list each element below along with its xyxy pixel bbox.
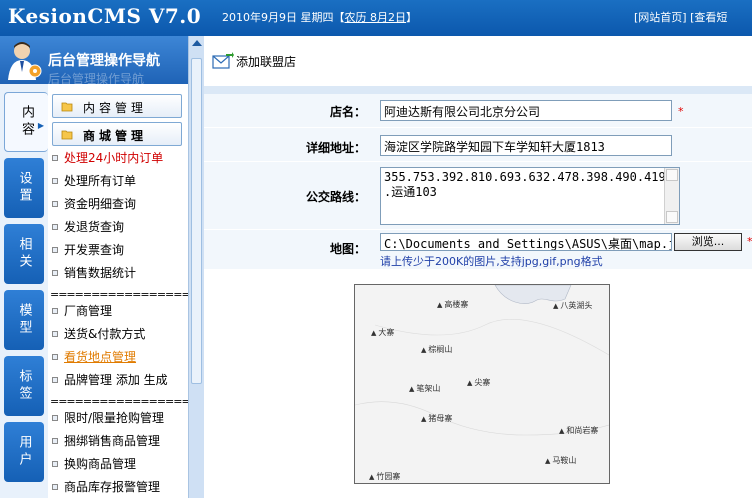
bullet-icon: [52, 461, 58, 467]
menu-separator: ====================: [50, 395, 188, 408]
folder-icon: [61, 102, 73, 112]
bullet-icon: [52, 331, 58, 337]
bullet-icon: [52, 308, 58, 314]
map-file-input[interactable]: C:\Documents and Settings\ASUS\桌面\map.jp…: [380, 233, 672, 251]
scrollbar-thumb[interactable]: [191, 58, 202, 384]
nav-header: 后台管理操作导航 后台管理操作导航: [0, 36, 188, 86]
tab-content[interactable]: 内容 ▶: [4, 92, 48, 152]
browse-button[interactable]: 浏览...: [674, 233, 742, 251]
menu-item-delivery-payment[interactable]: 送货&付款方式: [52, 324, 184, 344]
top-bar: KesionCMS V7.0 2010年9月9日 星期四【农历 8月2日】 [网…: [0, 0, 752, 36]
bus-label: 公交路线：: [305, 190, 366, 204]
bullet-icon: [52, 484, 58, 490]
date-display: 2010年9月9日 星期四【农历 8月2日】: [222, 11, 417, 24]
form-row-name: 店名： 阿迪达斯有限公司北京分公司 *: [204, 94, 752, 128]
mall-management-button[interactable]: 商城管理: [52, 122, 182, 146]
menu-item-manufacturers[interactable]: 厂商管理: [52, 301, 184, 321]
menu-item-brands[interactable]: 品牌管理 添加 生成: [52, 370, 184, 390]
map-place-label: ▲ 棕榈山: [421, 345, 453, 354]
menu-item-invoice[interactable]: 开发票查询: [52, 240, 184, 260]
main-content: 添加联盟店 店名： 阿迪达斯有限公司北京分公司 * 详细地址： 海淀区学院路学知…: [204, 36, 752, 498]
app-logo: KesionCMS V7.0: [8, 4, 202, 28]
nav-menu: 内容管理 商城管理 处理24小时内订单 处理所有订单 资金明细查询 发退货查询 …: [48, 84, 188, 498]
lunar-date-link[interactable]: 农历 8月2日: [345, 11, 407, 24]
map-place-label: ▲ 猪母寨: [421, 414, 453, 423]
tab-settings[interactable]: 设置: [4, 158, 44, 218]
sidebar: 后台管理操作导航 后台管理操作导航 内容 ▶ 设置 相关 模型 标签 用户 内容…: [0, 36, 204, 498]
menu-item-exchange[interactable]: 换购商品管理: [52, 454, 184, 474]
bullet-icon: [52, 155, 58, 161]
admin-user-icon: [8, 42, 42, 80]
map-preview-image: ▲ 高楼寨 ▲ 八英湖头 ▲ 大寨 ▲ 棕榈山 ▲ 尖寨 ▲ 笔架山 ▲ 猪母寨 ▲ 和尚岩寨 …: [354, 284, 610, 484]
menu-item-bundle-sale[interactable]: 捆绑销售商品管理: [52, 431, 184, 451]
required-mark: *: [747, 235, 752, 248]
form-row-bus: 公交路线： 355.753.392.810.693.632.478.398.49…: [204, 162, 752, 230]
map-place-label: ▲ 马鞍山: [545, 456, 577, 465]
bullet-icon: [52, 377, 58, 383]
map-place-label: ▲ 尖寨: [467, 378, 491, 387]
nav-title: 后台管理操作导航: [48, 53, 160, 69]
sidebar-scrollbar[interactable]: [188, 36, 204, 498]
add-mail-icon: [212, 52, 234, 69]
menu-item-viewing-locations[interactable]: 看货地点管理: [52, 347, 184, 367]
form-row-address: 详细地址： 海淀区学院路学知园下车学知轩大厦1813: [204, 128, 752, 162]
bullet-icon: [52, 201, 58, 207]
map-place-label: ▲ 和尚岩寨: [559, 426, 599, 435]
map-place-label: ▲ 高楼寨: [437, 300, 469, 309]
address-label: 详细地址：: [305, 141, 366, 155]
menu-item-orders-24h[interactable]: 处理24小时内订单: [52, 148, 184, 168]
form-row-map: 地图： C:\Documents and Settings\ASUS\桌面\ma…: [204, 230, 752, 270]
menu-item-all-orders[interactable]: 处理所有订单: [52, 171, 184, 191]
tab-users[interactable]: 用户: [4, 422, 44, 482]
upload-hint: 请上传少于200K的图片,支持jpg,gif,png格式: [380, 255, 603, 268]
name-input[interactable]: 阿迪达斯有限公司北京分公司: [380, 100, 672, 121]
folder-icon: [61, 130, 73, 140]
map-place-label: ▲ 八英湖头: [553, 301, 593, 310]
menu-item-sales-stats[interactable]: 销售数据统计: [52, 263, 184, 283]
menu-item-shipping[interactable]: 发退货查询: [52, 217, 184, 237]
bullet-icon: [52, 178, 58, 184]
page-title: 添加联盟店: [236, 55, 297, 69]
page-header: 添加联盟店: [204, 36, 752, 86]
required-mark: *: [678, 105, 684, 118]
map-label: 地图：: [329, 242, 366, 256]
map-place-label: ▲ 笔架山: [409, 384, 441, 393]
bus-textarea[interactable]: 355.753.392.810.693.632.478.398.490.419 …: [380, 167, 680, 225]
top-links[interactable]: [网站首页] [查看短: [634, 9, 727, 25]
map-place-label: ▲ 竹园寨: [369, 472, 401, 481]
menu-item-funds[interactable]: 资金明细查询: [52, 194, 184, 214]
menu-item-stock-alert[interactable]: 商品库存报警管理: [52, 477, 184, 497]
menu-separator: ====================: [50, 288, 188, 301]
bullet-icon: [52, 438, 58, 444]
bullet-icon: [52, 415, 58, 421]
address-input[interactable]: 海淀区学院路学知园下车学知轩大厦1813: [380, 135, 672, 156]
scroll-up-icon[interactable]: [192, 40, 202, 46]
map-place-label: ▲ 大寨: [371, 328, 395, 337]
category-tabs: 内容 ▶ 设置 相关 模型 标签 用户: [0, 84, 48, 498]
bullet-icon: [52, 224, 58, 230]
bullet-icon: [52, 270, 58, 276]
tab-tags[interactable]: 标签: [4, 356, 44, 416]
bullet-icon: [52, 247, 58, 253]
bullet-icon: [52, 354, 58, 360]
tab-related[interactable]: 相关: [4, 224, 44, 284]
name-label: 店名：: [329, 105, 366, 119]
textarea-scrollbar[interactable]: [664, 168, 679, 224]
tab-models[interactable]: 模型: [4, 290, 44, 350]
header-band: [204, 86, 752, 94]
tab-arrow-icon: ▶: [37, 121, 44, 130]
menu-item-flash-sale[interactable]: 限时/限量抢购管理: [52, 408, 184, 428]
content-management-button[interactable]: 内容管理: [52, 94, 182, 118]
